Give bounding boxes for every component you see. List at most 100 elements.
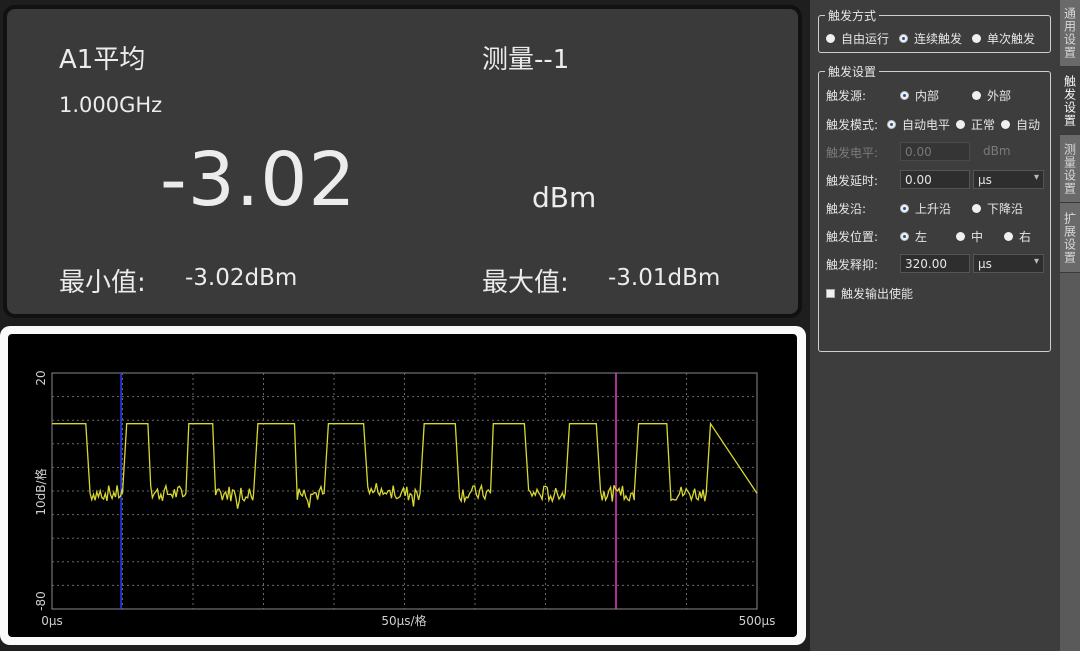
radio-auto-level[interactable]: 自动电平 xyxy=(887,116,950,133)
x-left-label: 0μs xyxy=(41,614,63,628)
trigger-source-label: 触发源: xyxy=(826,89,867,103)
radio-dot xyxy=(956,232,965,241)
tab-label: 扩展设置 xyxy=(1062,211,1077,264)
radio-label: 左 xyxy=(915,230,928,244)
radio-label: 内部 xyxy=(915,89,940,103)
tab-trigger[interactable]: 触发设置 xyxy=(1060,67,1080,135)
radio-position-right[interactable]: 右 xyxy=(1004,228,1031,245)
y-bottom-label: -80 xyxy=(34,591,48,611)
measurement-title: 测量--1 xyxy=(482,45,570,75)
max-value: -3.01dBm xyxy=(608,265,721,291)
trigger-delay-row: 触发延时: 0.00 μs ▾ xyxy=(819,168,1050,190)
min-label: 最小值: xyxy=(59,268,146,298)
trigger-holdoff-input[interactable]: 320.00 xyxy=(900,254,970,273)
tab-label: 通用设置 xyxy=(1062,7,1077,59)
radio-auto[interactable]: 自动 xyxy=(1001,116,1040,133)
radio-continuous[interactable]: 连续触发 xyxy=(899,30,962,47)
radio-dot xyxy=(972,204,981,213)
trigger-output-enable-checkbox[interactable]: 触发输出使能 xyxy=(826,285,913,302)
dropdown-value: μs xyxy=(978,257,992,271)
trigger-delay-label: 触发延时: xyxy=(826,174,879,188)
trigger-position-row: 触发位置: 左 中 右 xyxy=(819,224,1050,246)
trigger-mode-title: 触发方式 xyxy=(825,7,880,24)
min-value: -3.02dBm xyxy=(185,265,298,291)
radio-dot-selected xyxy=(900,91,909,100)
radio-position-center[interactable]: 中 xyxy=(956,228,983,245)
trigger-settings-title: 触发设置 xyxy=(825,63,880,80)
radio-dot xyxy=(1001,120,1010,129)
y-axis-label: 10dB/格 xyxy=(33,468,48,515)
frequency-readout: 1.000GHz xyxy=(59,93,163,117)
radio-normal[interactable]: 正常 xyxy=(956,116,995,133)
radio-label: 单次触发 xyxy=(987,32,1036,46)
y-top-label: 20 xyxy=(34,370,48,385)
side-tabs: 通用设置 触发设置 测量设置 扩展设置 xyxy=(1060,0,1080,651)
radio-dot xyxy=(972,34,981,43)
radio-dot xyxy=(826,34,835,43)
trigger-delay-unit-dropdown[interactable]: μs ▾ xyxy=(973,170,1044,189)
max-label: 最大值: xyxy=(482,268,569,298)
trigger-mode-group: 触发方式 自由运行 连续触发 单次触发 xyxy=(818,7,1051,53)
checkbox-label: 触发输出使能 xyxy=(841,287,914,301)
radio-label: 自由运行 xyxy=(841,32,890,46)
radio-label: 上升沿 xyxy=(915,202,952,216)
settings-panel: 触发方式 自由运行 连续触发 单次触发 触发设置 触发源: 内部 外部 触发模式… xyxy=(810,0,1060,651)
chevron-down-icon: ▾ xyxy=(1033,172,1039,183)
trace-display[interactable]: 20 -80 10dB/格 0μs 50μs/格 500μs xyxy=(8,334,797,637)
checkbox-box xyxy=(826,289,835,298)
dropdown-value: μs xyxy=(978,173,992,187)
trigger-settings-group: 触发设置 触发源: 内部 外部 触发模式: 自动电平 正常 自动 触发电平: 0… xyxy=(818,63,1051,352)
trigger-holdoff-row: 触发释抑: 320.00 μs ▾ xyxy=(819,252,1050,274)
radio-label: 自动 xyxy=(1016,118,1041,132)
trigger-level-row: 触发电平: 0.00 dBm xyxy=(819,140,1050,162)
x-axis-label: 50μs/格 xyxy=(381,613,426,628)
chevron-down-icon: ▾ xyxy=(1033,256,1039,267)
x-right-label: 500μs xyxy=(739,614,776,628)
radio-position-left[interactable]: 左 xyxy=(900,228,927,245)
trigger-source-row: 触发源: 内部 外部 xyxy=(819,83,1050,105)
radio-dot xyxy=(972,91,981,100)
trigger-mode-select-row: 触发模式: 自动电平 正常 自动 xyxy=(819,112,1050,134)
radio-falling-edge[interactable]: 下降沿 xyxy=(972,200,1023,217)
trigger-position-label: 触发位置: xyxy=(826,230,879,244)
main-value: -3.02 xyxy=(160,137,357,223)
radio-source-external[interactable]: 外部 xyxy=(972,87,1011,104)
radio-label: 下降沿 xyxy=(987,202,1024,216)
trigger-type-label: 触发模式: xyxy=(826,118,879,132)
trigger-edge-label: 触发沿: xyxy=(826,202,867,216)
trigger-mode-row: 自由运行 连续触发 单次触发 xyxy=(819,26,1050,48)
radio-dot-selected xyxy=(900,204,909,213)
radio-dot-selected xyxy=(887,120,896,129)
radio-source-internal[interactable]: 内部 xyxy=(900,87,939,104)
radio-dot xyxy=(956,120,965,129)
radio-label: 自动电平 xyxy=(902,118,951,132)
trigger-level-unit: dBm xyxy=(983,144,1011,158)
measurement-panel: A1平均 1.000GHz 测量--1 -3.02 dBm 最小值: -3.02… xyxy=(3,5,802,318)
trigger-level-input: 0.00 xyxy=(900,142,970,161)
radio-label: 连续触发 xyxy=(914,32,963,46)
radio-rising-edge[interactable]: 上升沿 xyxy=(900,200,951,217)
trigger-holdoff-unit-dropdown[interactable]: μs ▾ xyxy=(973,254,1044,273)
main-unit: dBm xyxy=(532,181,597,214)
radio-dot-selected xyxy=(900,232,909,241)
radio-free-run[interactable]: 自由运行 xyxy=(826,30,889,47)
tab-measurement[interactable]: 测量设置 xyxy=(1060,135,1080,203)
radio-label: 外部 xyxy=(987,89,1012,103)
radio-dot-selected xyxy=(899,34,908,43)
radio-dot xyxy=(1004,232,1013,241)
channel-name: A1平均 xyxy=(59,45,146,75)
trigger-delay-input[interactable]: 0.00 xyxy=(900,170,970,189)
trace-chart: 20 -80 10dB/格 0μs 50μs/格 500μs xyxy=(33,370,776,628)
trigger-edge-row: 触发沿: 上升沿 下降沿 xyxy=(819,196,1050,218)
trigger-holdoff-label: 触发释抑: xyxy=(826,258,879,272)
radio-label: 右 xyxy=(1019,230,1032,244)
radio-label: 中 xyxy=(971,230,984,244)
tab-label: 触发设置 xyxy=(1062,74,1077,127)
tab-label: 测量设置 xyxy=(1062,142,1077,195)
tab-general[interactable]: 通用设置 xyxy=(1060,0,1080,67)
tab-extended[interactable]: 扩展设置 xyxy=(1060,203,1080,273)
trigger-level-label: 触发电平: xyxy=(826,146,879,160)
trace-panel: 20 -80 10dB/格 0μs 50μs/格 500μs xyxy=(0,326,806,645)
radio-single[interactable]: 单次触发 xyxy=(972,30,1035,47)
radio-label: 正常 xyxy=(971,118,996,132)
